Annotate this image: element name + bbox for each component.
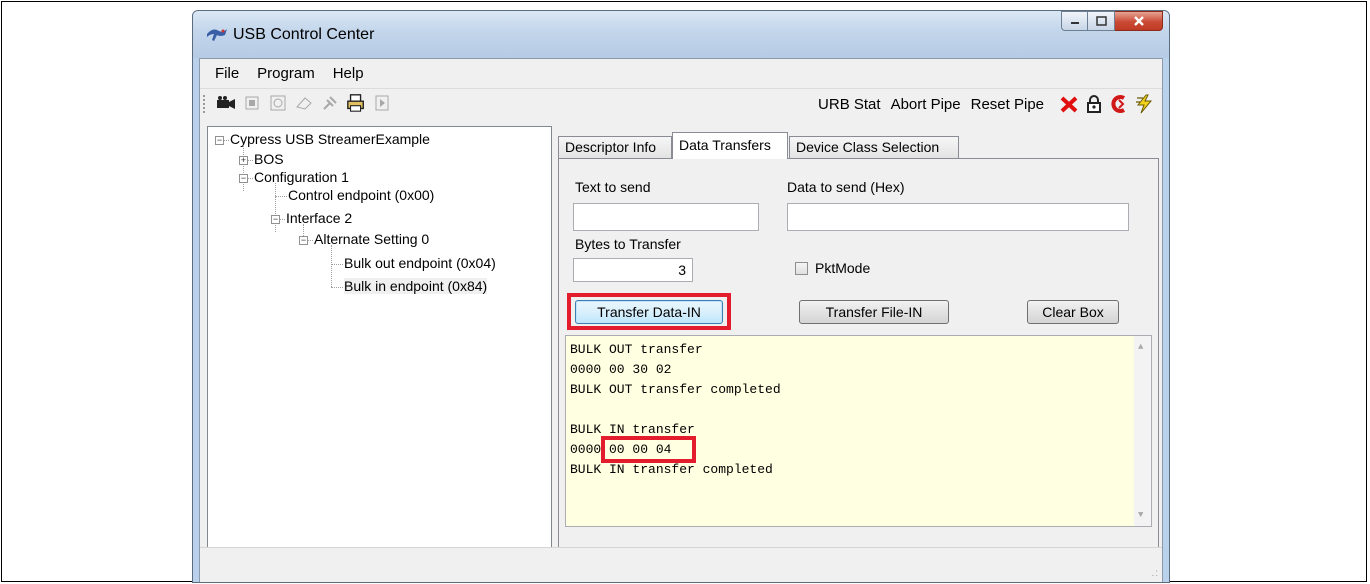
lightning-icon[interactable] [1134, 94, 1154, 114]
output-scrollbar[interactable]: ▲ ▼ [1134, 336, 1151, 526]
toolbar: URB Stat Abort Pipe Reset Pipe [200, 88, 1162, 119]
text-to-send-label: Text to send [575, 179, 651, 195]
client-area: File Program Help URB Stat Abort Pipe Re… [199, 58, 1163, 582]
stop-icon[interactable] [242, 93, 262, 113]
device-tree[interactable]: − Cypress USB StreamerExample + BOS − Co… [207, 126, 552, 582]
tree-configuration[interactable]: Configuration 1 [254, 169, 349, 185]
data-to-send-label: Data to send (Hex) [787, 179, 905, 195]
collapse-root-icon[interactable]: − [215, 136, 224, 145]
status-bar: .: [200, 547, 1162, 582]
collapse-alt-setting-icon[interactable]: − [299, 236, 308, 245]
maximize-button[interactable] [1088, 11, 1115, 31]
play-icon[interactable] [372, 93, 392, 113]
text-to-send-input[interactable] [573, 203, 759, 231]
abort-pipe-button[interactable]: Abort Pipe [891, 96, 961, 113]
output-line: BULK OUT transfer completed [570, 382, 781, 397]
output-line: BULK IN transfer completed [570, 462, 773, 477]
tree-bulk-out-endpoint[interactable]: Bulk out endpoint (0x04) [344, 255, 496, 271]
output-line: 0000 00 00 04 [570, 442, 672, 457]
title-bar[interactable]: USB Control Center [193, 11, 1169, 58]
printer-icon[interactable] [346, 93, 366, 113]
transfer-data-in-button[interactable]: Transfer Data-IN [575, 300, 723, 324]
tab-descriptor-info[interactable]: Descriptor Info [558, 136, 672, 158]
menu-file[interactable]: File [206, 65, 248, 82]
reset-pipe-button[interactable]: Reset Pipe [971, 96, 1044, 113]
tree-bos[interactable]: BOS [254, 151, 284, 167]
transfer-file-in-button[interactable]: Transfer File-IN [799, 300, 949, 324]
bytes-to-transfer-input[interactable]: 3 [573, 258, 693, 282]
scroll-down-arrow-icon[interactable]: ▼ [1138, 510, 1143, 520]
tree-interface[interactable]: Interface 2 [286, 210, 352, 226]
output-line: BULK IN transfer [570, 422, 695, 437]
cypress-app-icon [207, 29, 227, 41]
maximize-icon [1095, 16, 1107, 26]
toolbar-grip[interactable] [203, 95, 208, 113]
transfer-output-box[interactable]: BULK OUT transfer 0000 00 30 02 BULK OUT… [565, 335, 1152, 527]
lock-icon[interactable] [1084, 94, 1104, 114]
resize-grip-icon[interactable]: .: [1151, 568, 1159, 579]
close-button[interactable] [1115, 11, 1163, 31]
menu-help[interactable]: Help [324, 65, 373, 82]
red-x-icon[interactable] [1059, 94, 1079, 114]
data-transfers-panel: Text to send Data to send (Hex) Bytes to… [558, 158, 1159, 582]
tree-control-endpoint[interactable]: Control endpoint (0x00) [288, 187, 434, 203]
minimize-icon [1070, 22, 1079, 24]
pktmode-checkbox[interactable] [795, 262, 808, 275]
urb-stat-button[interactable]: URB Stat [818, 96, 881, 113]
cypress-logo-icon[interactable] [1109, 94, 1129, 114]
close-icon [1133, 16, 1144, 26]
tab-data-transfers[interactable]: Data Transfers [672, 132, 788, 159]
collapse-configuration-icon[interactable]: − [239, 174, 248, 183]
minimize-button[interactable] [1061, 11, 1088, 31]
output-line: BULK OUT transfer [570, 342, 703, 357]
output-line: 0000 00 30 02 [570, 362, 672, 377]
tools-icon[interactable] [320, 93, 340, 113]
usb-control-center-window: USB Control Center File Program Help URB… [192, 10, 1170, 583]
expand-bos-icon[interactable]: + [239, 156, 248, 165]
camera-icon[interactable] [216, 93, 236, 113]
bytes-to-transfer-label: Bytes to Transfer [575, 236, 681, 252]
timer-icon[interactable] [268, 93, 288, 113]
scroll-up-arrow-icon[interactable]: ▲ [1138, 342, 1143, 352]
pktmode-label: PktMode [815, 260, 871, 276]
collapse-interface-icon[interactable]: − [271, 215, 280, 224]
menu-program[interactable]: Program [248, 65, 324, 82]
tab-device-class-selection[interactable]: Device Class Selection [789, 136, 959, 158]
tree-root[interactable]: Cypress USB StreamerExample [230, 131, 430, 147]
data-to-send-hex-input[interactable] [787, 203, 1129, 231]
menu-bar: File Program Help [200, 59, 1162, 87]
window-title: USB Control Center [233, 26, 375, 43]
clear-icon[interactable] [294, 93, 314, 113]
tree-bulk-in-endpoint[interactable]: Bulk in endpoint (0x84) [344, 278, 488, 294]
clear-box-button[interactable]: Clear Box [1027, 300, 1119, 324]
